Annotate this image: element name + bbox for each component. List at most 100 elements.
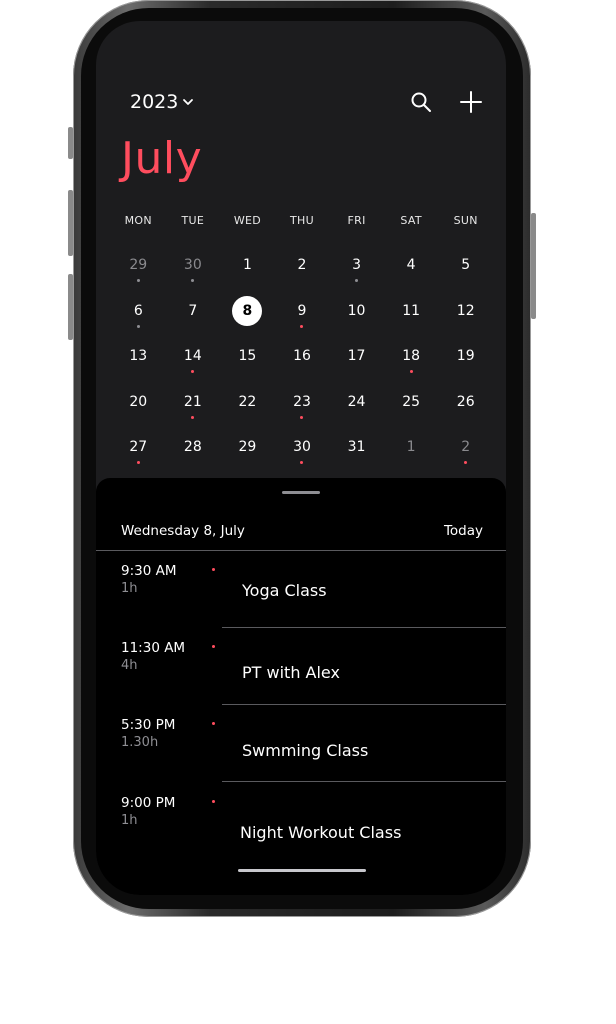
day-number: 18 <box>402 348 421 364</box>
day-number: 17 <box>347 348 366 364</box>
calendar-day[interactable]: 1 <box>384 431 439 477</box>
calendar-day[interactable]: 4 <box>384 249 439 295</box>
day-number: 26 <box>456 393 475 410</box>
calendar-day[interactable]: 30 <box>166 249 221 295</box>
event-row[interactable]: 9:00 PM 1h Night Workout Class <box>96 783 506 860</box>
event-indicator-dot <box>191 370 195 373</box>
calendar-day[interactable]: 27 <box>111 431 166 477</box>
calendar-day[interactable]: 18 <box>384 340 439 386</box>
day-number: 16 <box>293 348 311 364</box>
sheet-grabber[interactable] <box>282 491 320 494</box>
day-number: 8 <box>232 295 263 326</box>
day-number: 24 <box>347 393 366 410</box>
day-number: 6 <box>133 302 143 319</box>
day-number: 28 <box>183 439 202 455</box>
silent-switch <box>68 127 73 159</box>
event-time: 5:30 PM <box>121 717 176 733</box>
chevron-down-icon <box>183 99 194 105</box>
volume-up-button <box>68 190 73 256</box>
event-dot <box>212 568 215 571</box>
calendar-day[interactable]: 9 <box>275 295 330 341</box>
day-number: 30 <box>293 439 311 455</box>
calendar-day[interactable]: 29 <box>111 249 166 295</box>
calendar-grid: 29 30 1 2 3 4 5 6 7 8 9 10 11 12 13 14 15 16 17 18 19 20 21 22 2… <box>111 249 493 477</box>
day-number: 11 <box>402 302 421 319</box>
event-row[interactable]: 11:30 AM 4h PT with Alex <box>96 628 506 705</box>
event-dot <box>212 722 215 725</box>
calendar-day[interactable]: 2 <box>275 249 330 295</box>
event-dot <box>212 800 215 803</box>
event-time: 9:00 PM <box>121 795 176 811</box>
day-number: 21 <box>183 393 202 410</box>
event-indicator-dot <box>355 279 359 282</box>
event-title: Yoga Class <box>242 581 327 600</box>
calendar-day[interactable]: 23 <box>275 386 330 432</box>
day-number: 10 <box>347 302 366 319</box>
event-duration: 1.30h <box>121 735 159 750</box>
event-time: 9:30 AM <box>121 563 177 579</box>
event-row[interactable]: 9:30 AM 1h Yoga Class <box>96 551 506 628</box>
day-number: 20 <box>129 393 148 410</box>
event-indicator-dot <box>136 461 140 464</box>
day-number: 7 <box>188 302 198 319</box>
day-number: 4 <box>406 257 416 273</box>
calendar-day[interactable]: 14 <box>166 340 221 386</box>
calendar-day[interactable]: 31 <box>329 431 384 477</box>
day-number: 30 <box>183 257 202 273</box>
calendar-day[interactable]: 8 <box>220 295 275 341</box>
event-indicator-dot <box>136 324 140 328</box>
calendar-day[interactable]: 5 <box>438 249 493 295</box>
day-number: 27 <box>129 439 148 455</box>
calendar-day[interactable]: 1 <box>220 249 275 295</box>
calendar-day[interactable]: 12 <box>438 295 493 341</box>
calendar-day[interactable]: 2 <box>438 431 493 477</box>
calendar-day[interactable]: 10 <box>329 295 384 341</box>
calendar-day[interactable]: 26 <box>438 386 493 432</box>
search-button[interactable] <box>408 89 434 115</box>
calendar-day[interactable]: 6 <box>111 295 166 341</box>
day-number: 3 <box>352 257 362 273</box>
calendar-day[interactable]: 3 <box>329 249 384 295</box>
event-duration: 1h <box>121 581 138 596</box>
day-number: 29 <box>238 439 257 455</box>
calendar-day[interactable]: 17 <box>329 340 384 386</box>
day-number: 12 <box>456 302 475 319</box>
day-number: 15 <box>238 348 257 364</box>
day-number: 25 <box>402 393 421 410</box>
weekday-label: THU <box>290 214 314 227</box>
calendar-day[interactable]: 16 <box>275 340 330 386</box>
calendar-day[interactable]: 24 <box>329 386 384 432</box>
calendar-day[interactable]: 15 <box>220 340 275 386</box>
calendar-day[interactable]: 29 <box>220 431 275 477</box>
day-number: 23 <box>293 393 311 410</box>
calendar-day[interactable]: 25 <box>384 386 439 432</box>
today-button[interactable]: Today <box>444 523 483 539</box>
event-indicator-dot <box>464 461 468 464</box>
event-row[interactable]: 5:30 PM 1.30h Swmming Class <box>96 705 506 782</box>
day-number: 13 <box>129 348 148 364</box>
event-title: PT with Alex <box>242 663 340 682</box>
day-number: 1 <box>406 439 416 455</box>
volume-down-button <box>68 274 73 340</box>
calendar-day[interactable]: 7 <box>166 295 221 341</box>
calendar-day[interactable]: 11 <box>384 295 439 341</box>
event-indicator-dot <box>191 279 195 282</box>
weekday-label: MON <box>124 214 152 227</box>
home-indicator[interactable] <box>238 869 366 872</box>
add-event-button[interactable] <box>458 89 484 115</box>
day-number: 22 <box>238 393 257 410</box>
year-selector[interactable]: 2023 <box>130 91 194 113</box>
calendar-day[interactable]: 20 <box>111 386 166 432</box>
event-duration: 1h <box>121 813 138 828</box>
weekday-label: FRI <box>347 214 366 227</box>
day-number: 2 <box>461 439 471 455</box>
selected-date-label: Wednesday 8, July <box>121 523 245 539</box>
calendar-day[interactable]: 19 <box>438 340 493 386</box>
event-title: Night Workout Class <box>240 823 402 842</box>
calendar-day[interactable]: 21 <box>166 386 221 432</box>
calendar-day[interactable]: 30 <box>275 431 330 477</box>
calendar-day[interactable]: 13 <box>111 340 166 386</box>
calendar-day[interactable]: 28 <box>166 431 221 477</box>
calendar-day[interactable]: 22 <box>220 386 275 432</box>
app-screen: 2023 July MON TUE WED THU FRI SAT SUN 29… <box>96 21 506 895</box>
